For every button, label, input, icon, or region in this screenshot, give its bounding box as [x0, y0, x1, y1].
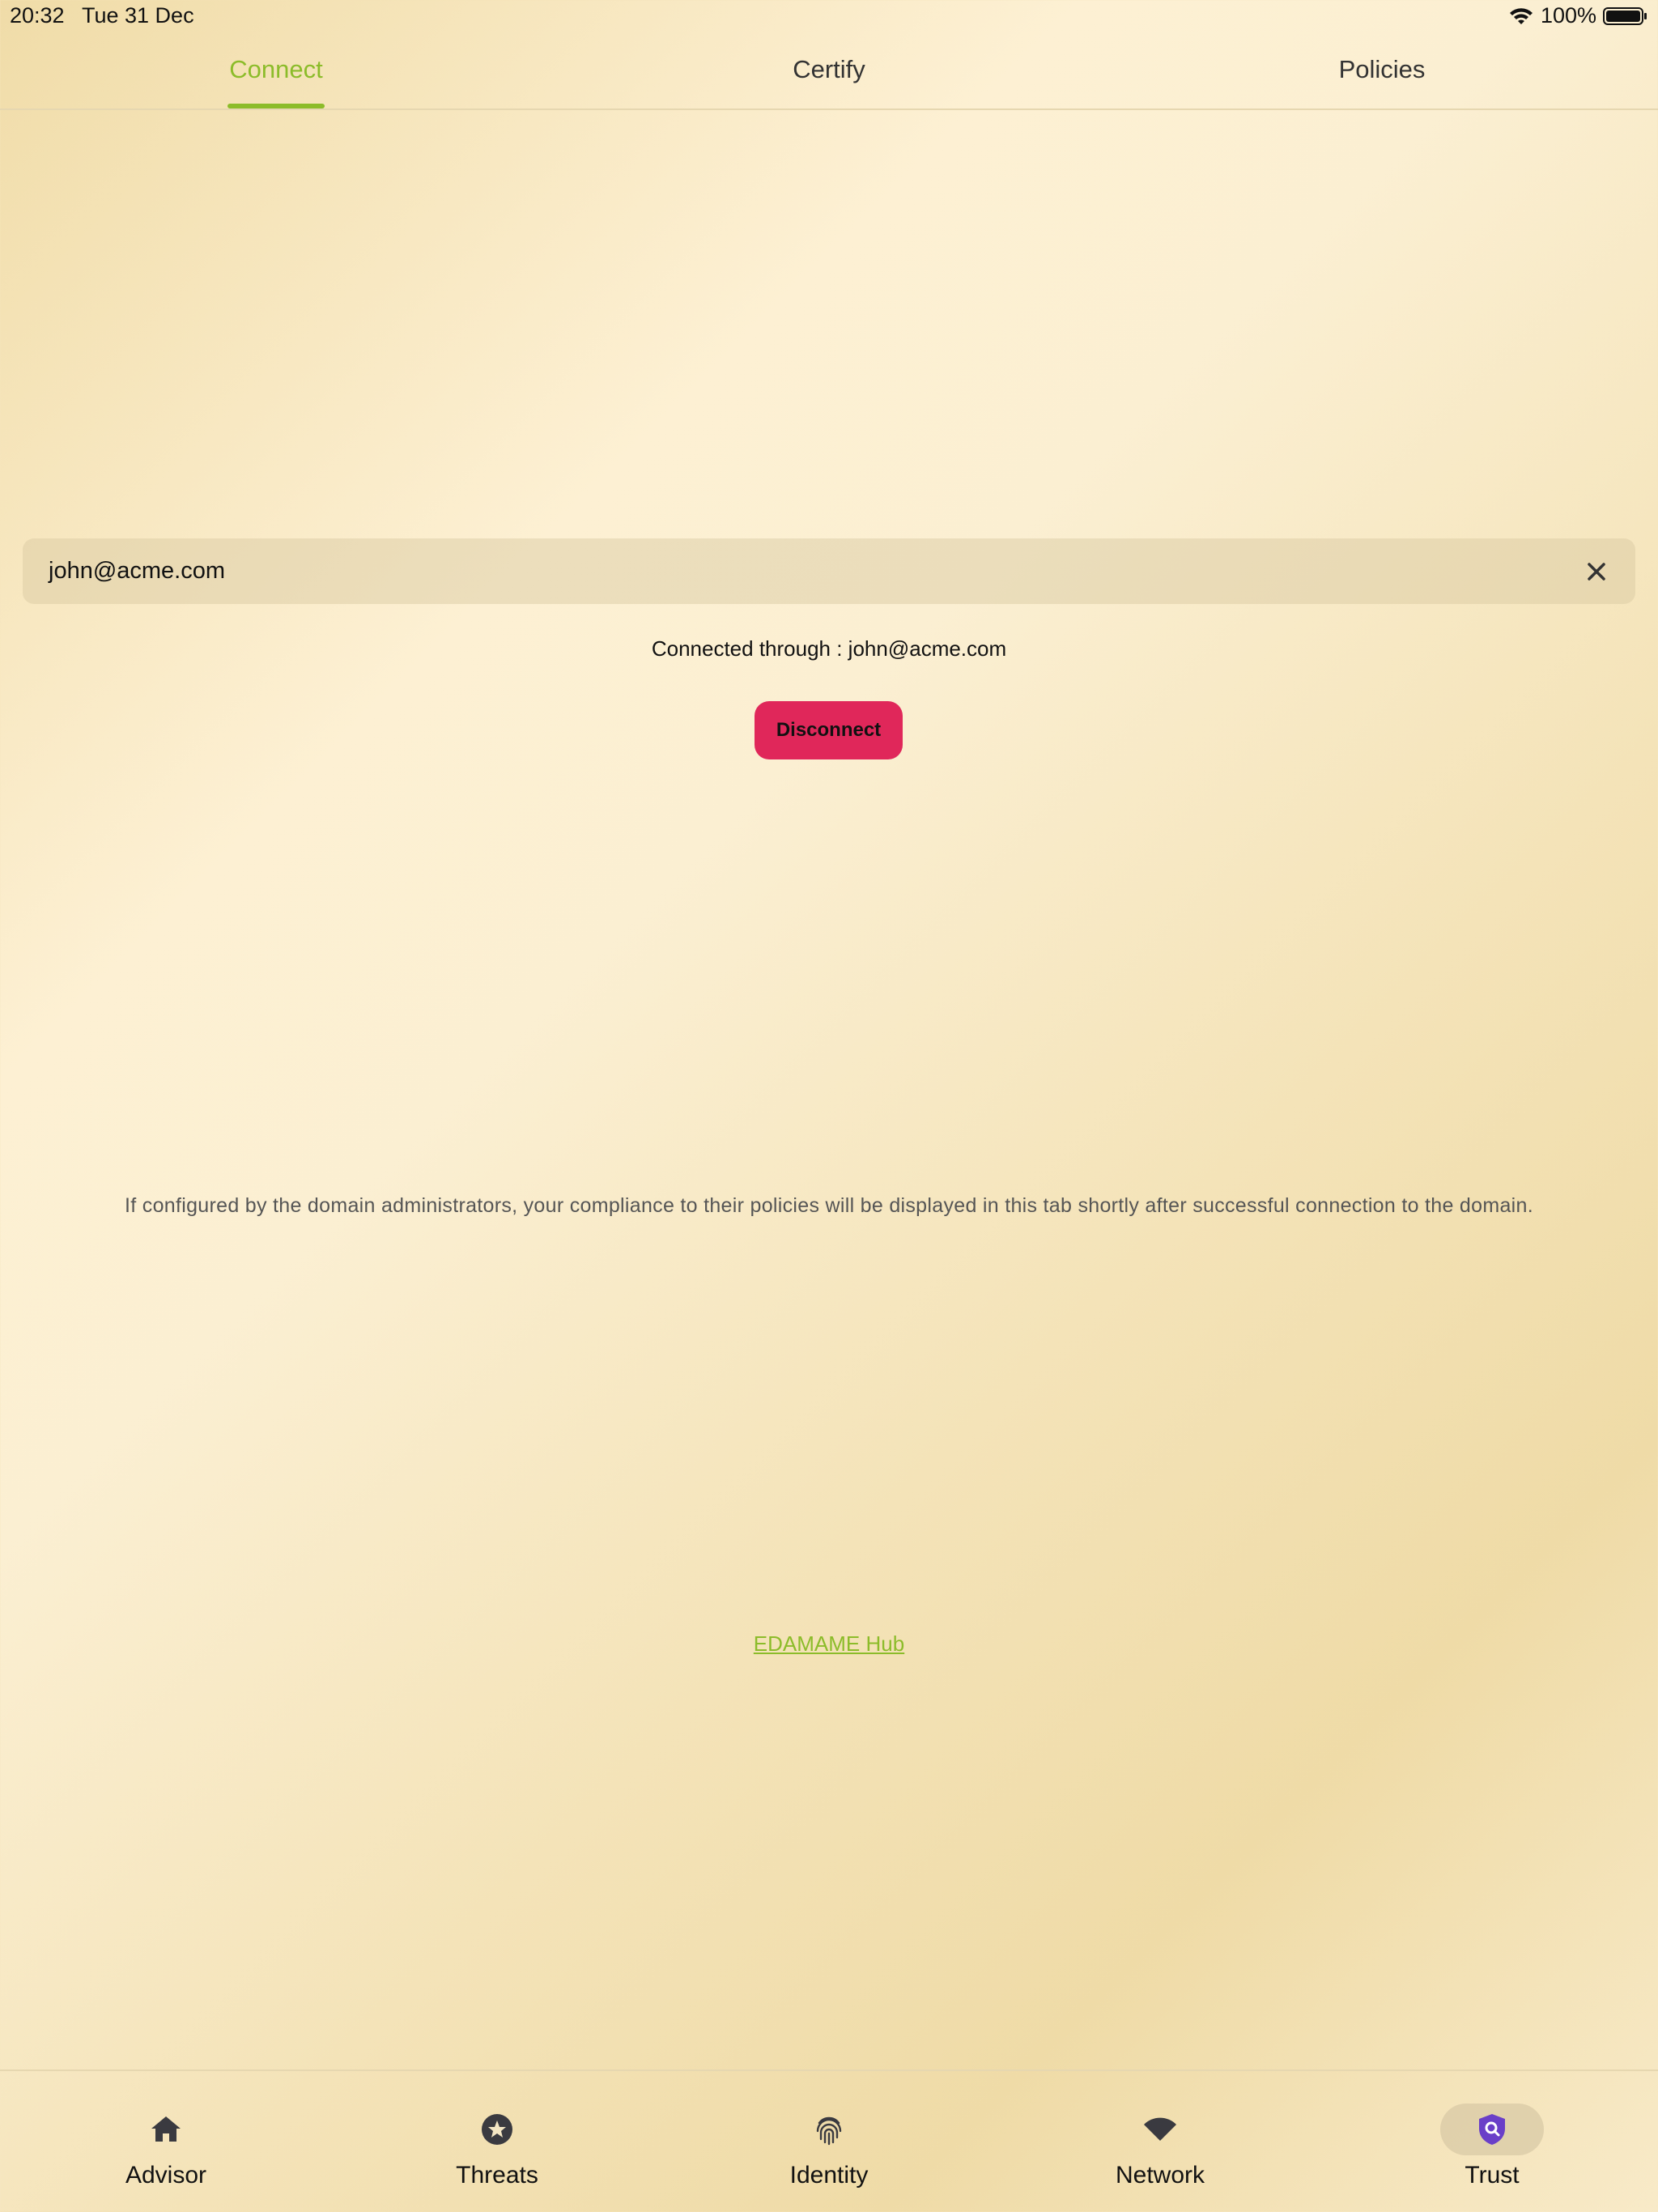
- email-field[interactable]: john@acme.com: [23, 538, 1635, 604]
- star-badge-icon: [482, 2114, 512, 2145]
- tab-certify[interactable]: Certify: [793, 55, 865, 84]
- tab-connect[interactable]: Connect: [229, 55, 322, 84]
- nav-label-threats: Threats: [456, 2162, 538, 2189]
- tab-bar: Connect Certify Policies: [0, 42, 1658, 110]
- nav-icon-container: [777, 2104, 881, 2155]
- nav-item-advisor[interactable]: Advisor: [69, 2071, 263, 2212]
- status-bar: 20:32 Tue 31 Dec 100%: [0, 0, 1658, 32]
- bottom-nav: Advisor Threats Identity Network Trust: [0, 2069, 1658, 2212]
- nav-item-trust[interactable]: Trust: [1395, 2071, 1589, 2212]
- nav-icon-container: [1440, 2104, 1544, 2155]
- nav-item-threats[interactable]: Threats: [400, 2071, 594, 2212]
- status-time: 20:32: [10, 3, 65, 28]
- wifi-status-icon: [1509, 7, 1533, 24]
- email-value[interactable]: john@acme.com: [49, 558, 1584, 585]
- edamame-hub-link[interactable]: EDAMAME Hub: [0, 1631, 1658, 1657]
- nav-icon-container: [114, 2104, 218, 2155]
- nav-label-trust: Trust: [1465, 2162, 1520, 2189]
- tab-active-indicator: [227, 104, 325, 108]
- status-indicators: 100%: [1508, 3, 1648, 28]
- home-icon: [151, 2116, 181, 2142]
- tab-policies[interactable]: Policies: [1339, 55, 1426, 84]
- battery-percent: 100%: [1540, 3, 1596, 28]
- shield-search-icon: [1479, 2114, 1505, 2145]
- fingerprint-icon: [816, 2116, 842, 2146]
- nav-icon-container: [445, 2104, 549, 2155]
- nav-icon-container: [1108, 2104, 1212, 2155]
- status-date: Tue 31 Dec: [82, 3, 194, 28]
- wifi-icon: [1144, 2117, 1176, 2141]
- nav-label-network: Network: [1115, 2162, 1205, 2189]
- nav-item-network[interactable]: Network: [1063, 2071, 1257, 2212]
- clear-icon[interactable]: [1584, 559, 1609, 585]
- nav-item-identity[interactable]: Identity: [732, 2071, 926, 2212]
- battery-icon: [1603, 6, 1647, 25]
- nav-label-identity: Identity: [789, 2162, 869, 2189]
- policies-info-text: If configured by the domain administrato…: [125, 1194, 1533, 1217]
- connection-status-text: Connected through : john@acme.com: [651, 636, 1007, 661]
- nav-label-advisor: Advisor: [125, 2162, 207, 2189]
- disconnect-button[interactable]: Disconnect: [755, 701, 903, 759]
